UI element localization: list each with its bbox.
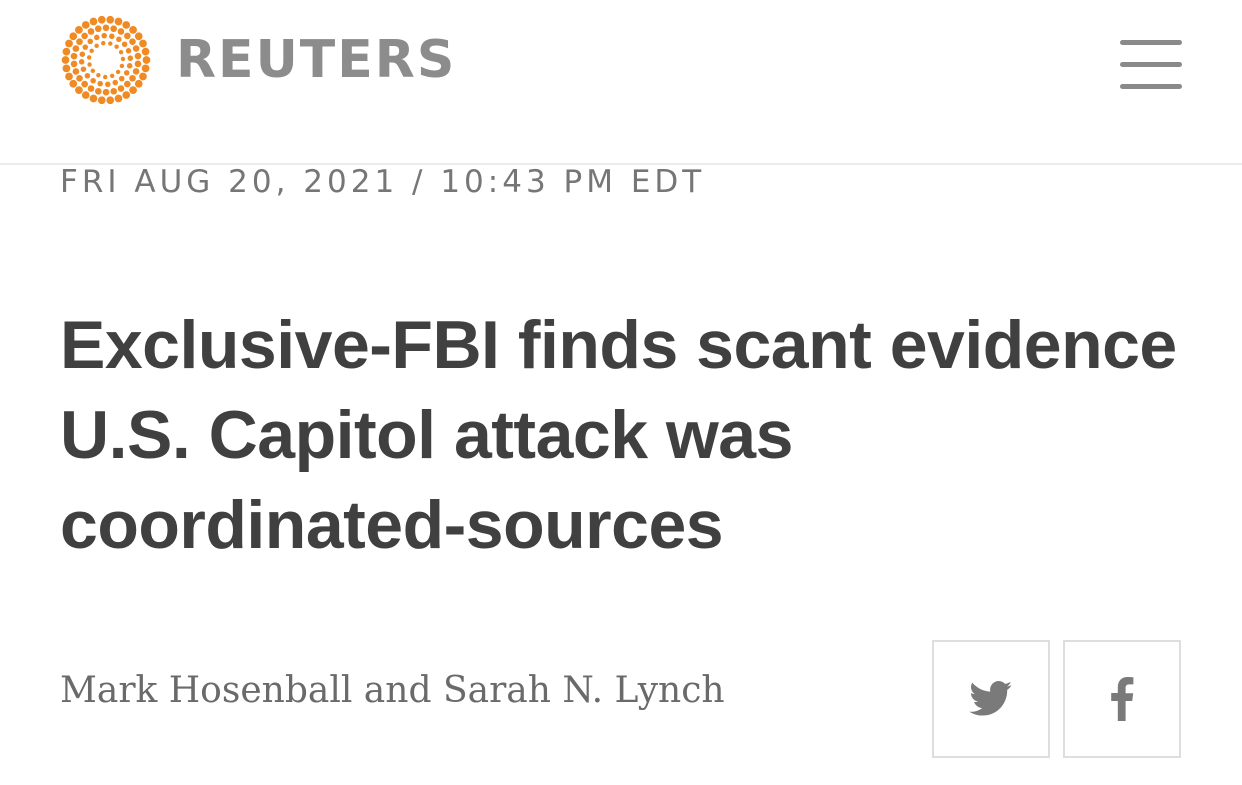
menu-bar xyxy=(1120,62,1182,67)
logo-text: REUTERS xyxy=(176,30,457,90)
article-byline: Mark Hosenball and Sarah N. Lynch xyxy=(60,670,725,711)
reuters-logo[interactable]: REUTERS xyxy=(60,14,456,106)
facebook-share-button[interactable] xyxy=(1063,640,1181,758)
twitter-share-button[interactable] xyxy=(932,640,1050,758)
reuters-dot-logo-icon xyxy=(61,15,151,105)
article-dateline: FRI AUG 20, 2021 / 10:43 PM EDT xyxy=(60,164,706,200)
menu-bar xyxy=(1120,84,1182,89)
twitter-icon xyxy=(969,681,1012,716)
article-headline: Exclusive-FBI finds scant evidence U.S. … xyxy=(60,307,1177,563)
menu-button[interactable] xyxy=(1120,40,1182,90)
facebook-icon xyxy=(1111,677,1134,721)
menu-bar xyxy=(1120,40,1182,45)
site-header: REUTERS xyxy=(0,0,1242,165)
